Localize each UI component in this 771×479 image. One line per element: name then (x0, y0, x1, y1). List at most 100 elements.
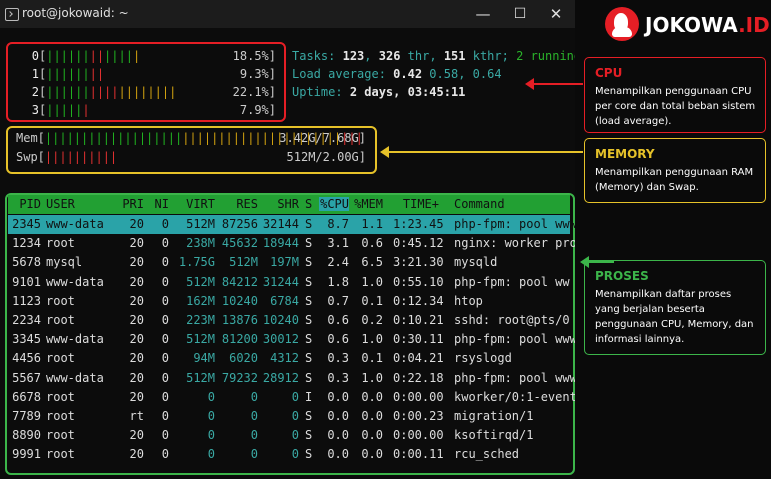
cell-cmd: php-fpm: pool www (454, 332, 577, 347)
proses-callout-title: PROSES (595, 269, 649, 283)
cell-virt: 0 (207, 428, 215, 443)
cpu-percent-3: 7.9%] (239, 103, 276, 117)
process-table-header: PID USER PRI NI VIRT RES SHR S %CPU %MEM… (8, 195, 570, 214)
table-row[interactable]: 9101 www-data 20 0 512M 84212 31244 S 1.8 1.0 0:55… (8, 273, 570, 292)
cell-pid: 5567 (12, 370, 41, 385)
cell-cpu: 8.7 (327, 217, 349, 231)
proses-callout: PROSES Menampilkan daftar proses yang be… (584, 260, 766, 355)
cell-shr: 31244 (262, 274, 299, 289)
cell-shr: 0 (291, 409, 299, 423)
cell-cpu: 0.0 (327, 389, 349, 404)
table-row[interactable]: 3345 www-data 20 0 512M 81200 30012 S 0.6 1.0 0:30… (8, 330, 577, 349)
cell-res: 81200 (221, 332, 258, 347)
close-button[interactable]: ✕ (538, 0, 574, 28)
col-pid[interactable]: PID (8, 197, 41, 211)
col-time[interactable]: TIME+ (393, 197, 439, 211)
cell-ni: 0 (161, 389, 169, 404)
terminal-titlebar: root@jokowaid: ~ — ☐ ✕ (0, 0, 575, 28)
table-row[interactable]: 2345 www-data 20 0 512M 87256 32144 S 8.7 1.1 1:23… (8, 215, 577, 234)
cell-pri: 20 (129, 332, 144, 347)
cell-time: 1:23.45 (393, 217, 444, 231)
window-title: root@jokowaid: ~ (22, 6, 129, 20)
cell-pid: 9101 (12, 274, 41, 289)
cell-pid: 8890 (12, 428, 41, 443)
cell-cpu: 1.8 (327, 274, 349, 289)
cell-cpu: 0.0 (327, 447, 349, 462)
cell-s: S (305, 313, 313, 327)
cell-pri: 20 (129, 274, 144, 289)
swap-value: 512M/2.00G] (286, 150, 366, 164)
table-row[interactable]: 2234 root 20 0 223M 13876 10240 S 0.6 0.2 0:10.21 s… (8, 311, 570, 330)
cell-cmd: php-fpm: pool www (454, 217, 577, 231)
table-row[interactable]: 9991 root 20 0 0 0 0 S 0.0 0.0 0:00.11 rcu_sched (8, 445, 570, 464)
cell-shr: 32144 (262, 217, 299, 231)
cell-pri: 20 (129, 236, 144, 251)
cell-time: 0:00.00 (393, 389, 444, 404)
cell-res: 45632 (221, 236, 258, 251)
col-command[interactable]: Command (454, 197, 505, 211)
cpu-id: 0 (31, 49, 39, 63)
cell-res: 10240 (221, 293, 258, 308)
cell-time: 0:22.18 (393, 370, 444, 385)
cell-virt: 238M (186, 236, 215, 251)
cell-user: root (46, 293, 75, 308)
cell-shr: 10240 (262, 313, 299, 327)
col-pri[interactable]: PRI (113, 197, 144, 211)
load-average-line: Load average: 0.42 0.58, 0.64 (292, 67, 502, 81)
cell-time: 3:21.30 (393, 255, 444, 270)
memory-callout-title: MEMORY (595, 147, 655, 161)
cell-res: 84212 (221, 274, 258, 289)
maximize-button[interactable]: ☐ (502, 0, 538, 28)
cell-ni: 0 (161, 217, 169, 231)
cell-shr: 197M (270, 255, 299, 270)
table-row[interactable]: 1123 root 20 0 162M 10240 6784 S 0.7 0.1 0:12.34 ht… (8, 292, 570, 311)
cell-cmd: rsyslogd (454, 351, 512, 366)
cell-cpu: 0.3 (327, 351, 349, 366)
col-cpu[interactable]: %CPU (319, 197, 349, 211)
table-row[interactable]: 1234 root 20 0 238M 45632 18944 S 3.1 0.6 0:45.12 n… (8, 234, 584, 253)
cell-pri: 20 (129, 313, 144, 327)
cell-time: 0:00.23 (393, 409, 444, 423)
cell-pid: 1234 (12, 236, 41, 251)
cell-virt: 94M (193, 351, 215, 366)
cell-ni: 0 (161, 274, 169, 289)
cell-cmd: php-fpm: pool www (454, 370, 577, 385)
table-row[interactable]: 6678 root 20 0 0 0 0 I 0.0 0.0 0:00.00 kworker/0:1-… (8, 388, 584, 407)
cell-time: 0:10.21 (393, 313, 444, 327)
table-row[interactable]: 5567 www-data 20 0 512M 79232 28912 S 0.3 1.0 0:22… (8, 369, 577, 388)
cell-res: 512M (229, 255, 258, 270)
col-shr[interactable]: SHR (258, 197, 299, 211)
cpu-percent-1: 9.3%] (239, 67, 276, 81)
cell-pid: 7789 (12, 409, 41, 423)
memory-callout: MEMORY Menampilkan penggunaan RAM (Memor… (584, 138, 766, 203)
col-ni[interactable]: NI (148, 197, 169, 211)
cell-shr: 30012 (262, 332, 299, 347)
cell-cpu: 0.0 (327, 428, 349, 443)
cell-s: S (305, 255, 313, 270)
cell-cmd: nginx: worker proc (454, 236, 585, 251)
cell-user: root (46, 428, 75, 443)
cell-res: 13876 (221, 313, 258, 327)
cpu-arrow-icon (525, 78, 583, 90)
cell-user: www-data (46, 274, 104, 289)
cell-virt: 512M (186, 332, 215, 347)
table-row[interactable]: 4456 root 20 0 94M 6020 4312 S 0.3 0.1 0:04.21 rsys… (8, 349, 570, 368)
cell-user: root (46, 351, 75, 366)
col-res[interactable]: RES (218, 197, 258, 211)
cell-cpu: 0.6 (327, 313, 349, 327)
table-row[interactable]: 8890 root 20 0 0 0 0 S 0.0 0.0 0:00.00 ksoftirqd/1 (8, 426, 570, 445)
col-state[interactable]: S (305, 197, 312, 211)
col-user[interactable]: USER (46, 197, 75, 211)
cell-pid: 2234 (12, 313, 41, 327)
cell-s: S (305, 217, 313, 231)
cell-mem: 1.1 (361, 217, 383, 231)
cell-res: 79232 (221, 370, 258, 385)
minimize-button[interactable]: — (465, 0, 501, 28)
cell-time: 0:00.11 (393, 447, 444, 462)
table-row[interactable]: 5678 mysql 20 0 1.75G 512M 197M S 2.4 6.5 3:21.30 m… (8, 253, 570, 272)
col-mem[interactable]: %MEM (353, 197, 383, 211)
cell-user: root (46, 236, 75, 251)
table-row[interactable]: 7789 root rt 0 0 0 0 S 0.0 0.0 0:00.23 migration/1 (8, 407, 570, 426)
cpu-meter-3: 3[|||||| (15, 103, 90, 117)
col-virt[interactable]: VIRT (178, 197, 215, 211)
